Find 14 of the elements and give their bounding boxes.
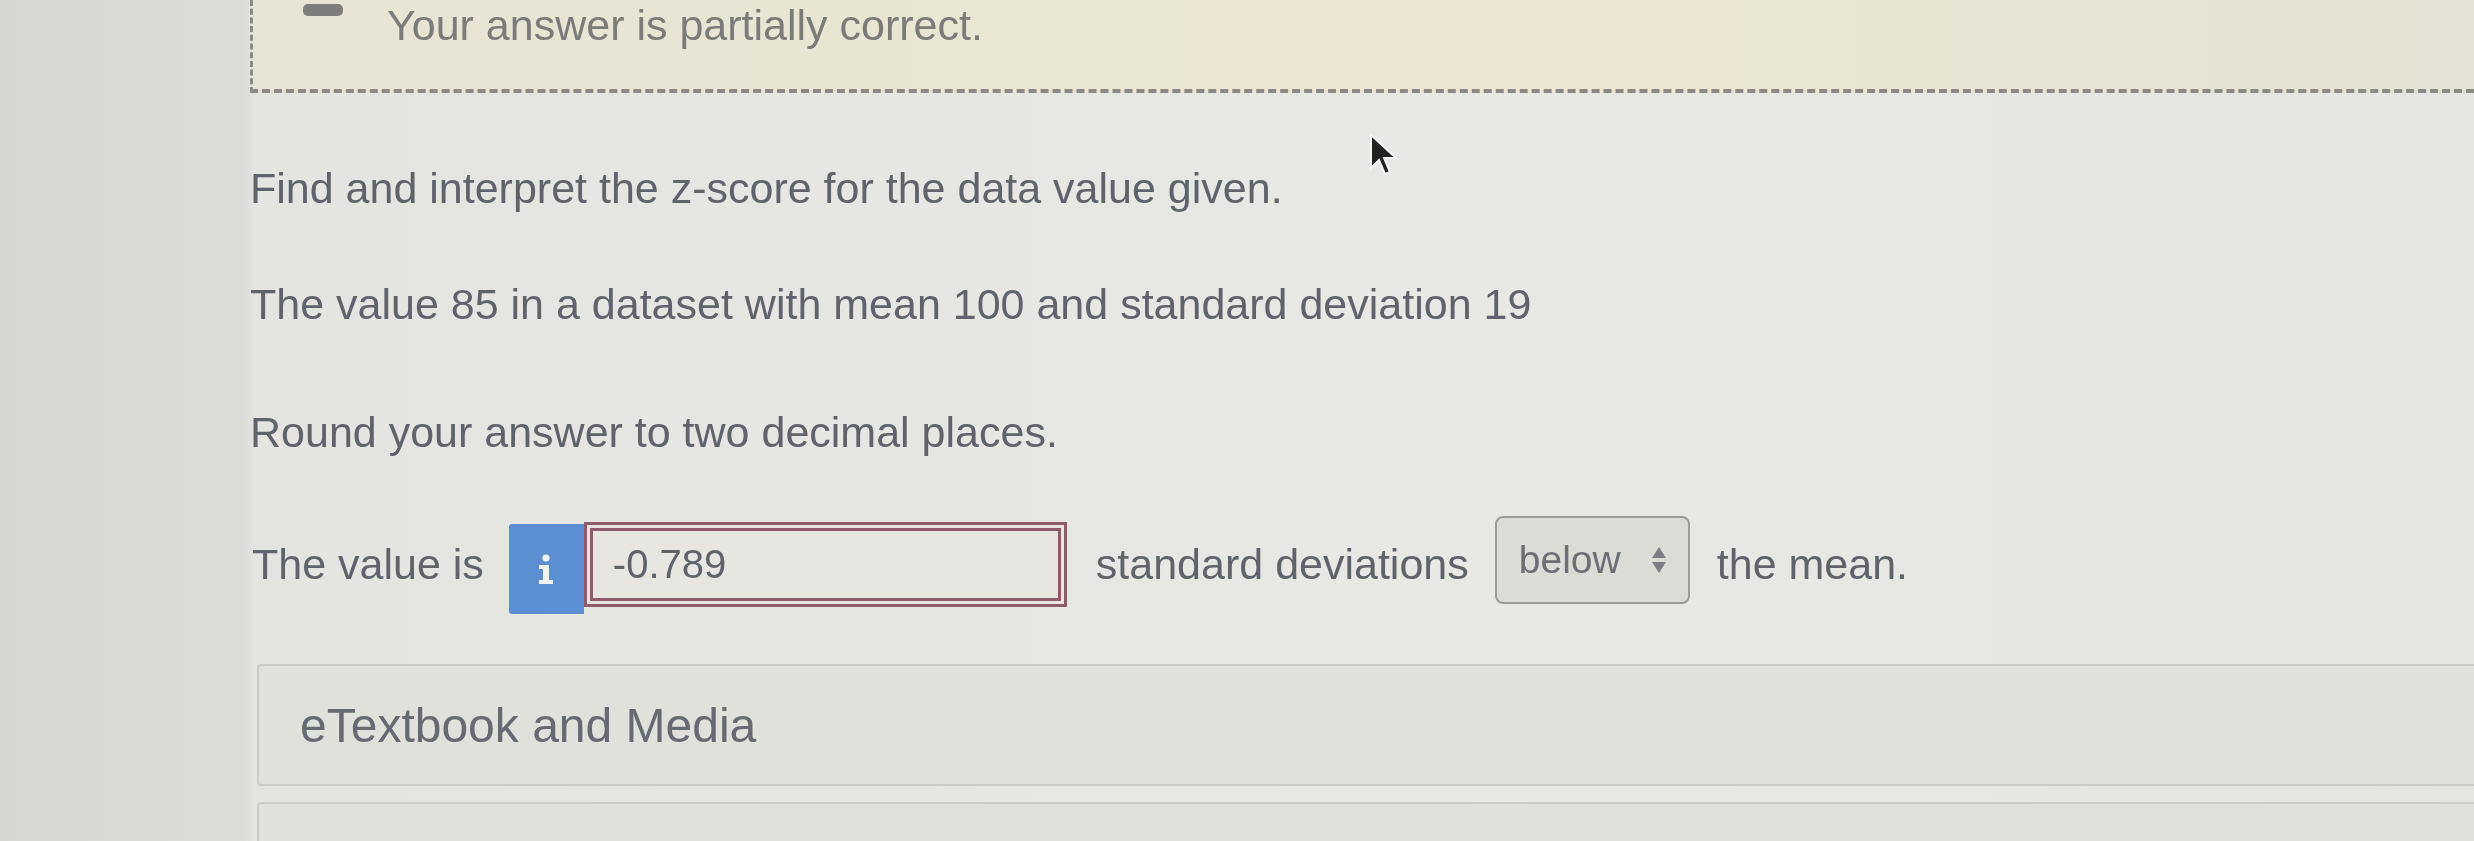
answer-field[interactable]: -0.789 [583, 521, 1067, 607]
question-instruction: Round your answer to two decimal places. [250, 407, 1059, 458]
direction-select[interactable]: below [1494, 516, 1690, 604]
answer-middle-text: standard deviations [1095, 539, 1469, 590]
updown-caret-icon [1651, 547, 1666, 573]
info-icon [538, 554, 555, 584]
cursor-icon [1370, 134, 1400, 176]
answer-tail-text: the mean. [1716, 539, 1908, 590]
question-data: The value 85 in a dataset with mean 100 and standard deviation 19 [250, 279, 1533, 330]
resource-panel[interactable]: eTextbook and Media [257, 664, 2474, 786]
question-prompt: Find and interpret the z-score for the data value given. [250, 163, 1284, 214]
info-button[interactable] [508, 524, 584, 614]
answer-lead-text: The value is [252, 539, 484, 590]
feedback-message: Your answer is partially correct. [387, 0, 983, 50]
